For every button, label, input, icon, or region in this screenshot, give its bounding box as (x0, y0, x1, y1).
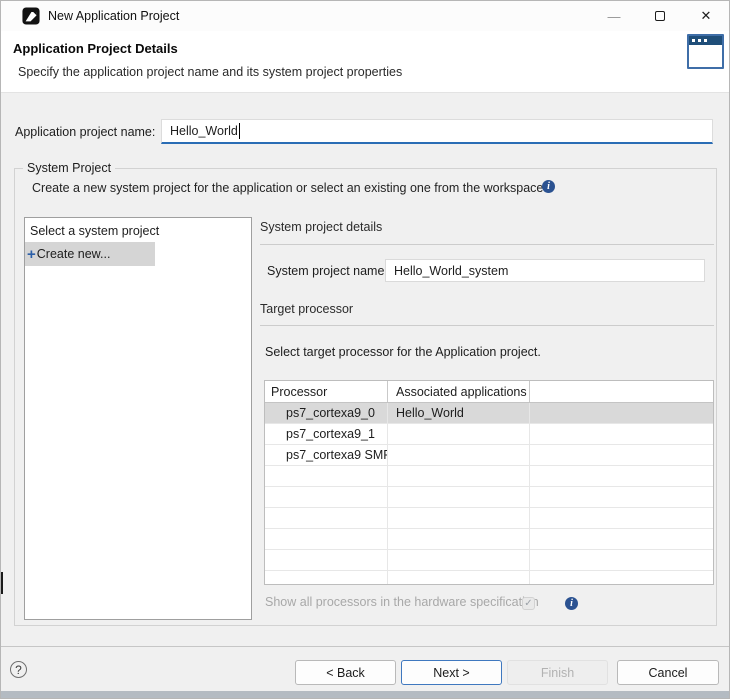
show-all-processors-label: Show all processors in the hardware spec… (265, 595, 539, 609)
system-name-label: System project name: (267, 264, 388, 278)
close-button[interactable]: ✕ (683, 1, 729, 31)
column-header-processor[interactable]: Processor (265, 381, 388, 402)
table-body: ps7_cortexa9_0 Hello_World ps7_cortexa9_… (265, 403, 713, 585)
maximize-icon (655, 11, 665, 21)
system-project-details-title: System project details (260, 220, 382, 234)
applications-cell (388, 424, 530, 444)
processor-table[interactable]: Processor Associated applications ps7_co… (264, 380, 714, 585)
minimize-icon: — (608, 9, 621, 24)
finish-button: Finish (507, 660, 608, 685)
target-processor-hint: Select target processor for the Applicat… (265, 345, 541, 359)
group-description: Create a new system project for the appl… (32, 181, 543, 195)
text-caret (239, 123, 240, 139)
help-icon: ? (15, 663, 22, 677)
processor-cell: ps7_cortexa9 SMP (265, 445, 388, 465)
system-project-group: System Project Create a new system proje… (14, 168, 717, 626)
table-row-empty[interactable] (265, 529, 713, 550)
show-all-processors-checkbox[interactable]: ✓ (522, 597, 535, 610)
system-name-input[interactable]: Hello_World_system (385, 259, 705, 282)
maximize-button[interactable] (637, 1, 683, 31)
window-title: New Application Project (48, 9, 179, 23)
table-row-empty[interactable] (265, 571, 713, 585)
table-row[interactable]: ps7_cortexa9_1 (265, 424, 713, 445)
new-application-project-dialog: New Application Project — ✕ Application … (0, 0, 730, 699)
app-name-input[interactable]: Hello_World (161, 119, 713, 144)
create-new-label: Create new... (37, 247, 111, 261)
group-label: System Project (23, 161, 115, 175)
table-row[interactable]: ps7_cortexa9 SMP (265, 445, 713, 466)
divider (260, 244, 714, 245)
processor-cell: ps7_cortexa9_1 (265, 424, 388, 444)
check-icon: ✓ (524, 598, 532, 609)
table-row-empty[interactable] (265, 508, 713, 529)
processor-cell: ps7_cortexa9_0 (265, 403, 388, 423)
list-header: Select a system project (25, 218, 251, 242)
next-button[interactable]: Next > (401, 660, 502, 685)
table-row[interactable]: ps7_cortexa9_0 Hello_World (265, 403, 713, 424)
wizard-window-icon (687, 34, 724, 69)
help-button[interactable]: ? (10, 661, 27, 678)
table-row-empty[interactable] (265, 466, 713, 487)
minimize-button[interactable]: — (591, 1, 637, 31)
column-header-applications[interactable]: Associated applications (388, 381, 530, 402)
button-bar: ? < Back Next > Finish Cancel (1, 647, 729, 693)
cancel-button[interactable]: Cancel (617, 660, 719, 685)
app-name-value: Hello_World (170, 124, 238, 138)
back-button[interactable]: < Back (295, 660, 396, 685)
table-row-empty[interactable] (265, 550, 713, 571)
app-name-label: Application project name: (15, 125, 155, 139)
page-title: Application Project Details (13, 41, 178, 56)
table-header-row: Processor Associated applications (265, 381, 713, 403)
table-row-empty[interactable] (265, 487, 713, 508)
system-project-list[interactable]: Select a system project + Create new... (24, 217, 252, 620)
list-item-create-new[interactable]: + Create new... (25, 242, 155, 266)
close-icon: ✕ (701, 8, 712, 24)
info-icon[interactable]: i (565, 597, 578, 610)
column-header-empty[interactable] (530, 381, 713, 402)
screen-edge-artifact (1, 572, 3, 594)
target-processor-title: Target processor (260, 302, 353, 316)
system-name-value: Hello_World_system (394, 264, 508, 278)
divider (260, 325, 714, 326)
page-subtitle: Specify the application project name and… (18, 65, 402, 79)
title-bar[interactable]: New Application Project — ✕ (1, 1, 729, 31)
applications-cell: Hello_World (388, 403, 530, 423)
info-icon[interactable]: i (542, 180, 555, 193)
applications-cell (388, 445, 530, 465)
window-bottom-edge (1, 691, 729, 698)
plus-icon: + (27, 246, 36, 263)
wizard-header: Application Project Details Specify the … (1, 31, 729, 93)
xilinx-logo-icon (22, 7, 40, 25)
